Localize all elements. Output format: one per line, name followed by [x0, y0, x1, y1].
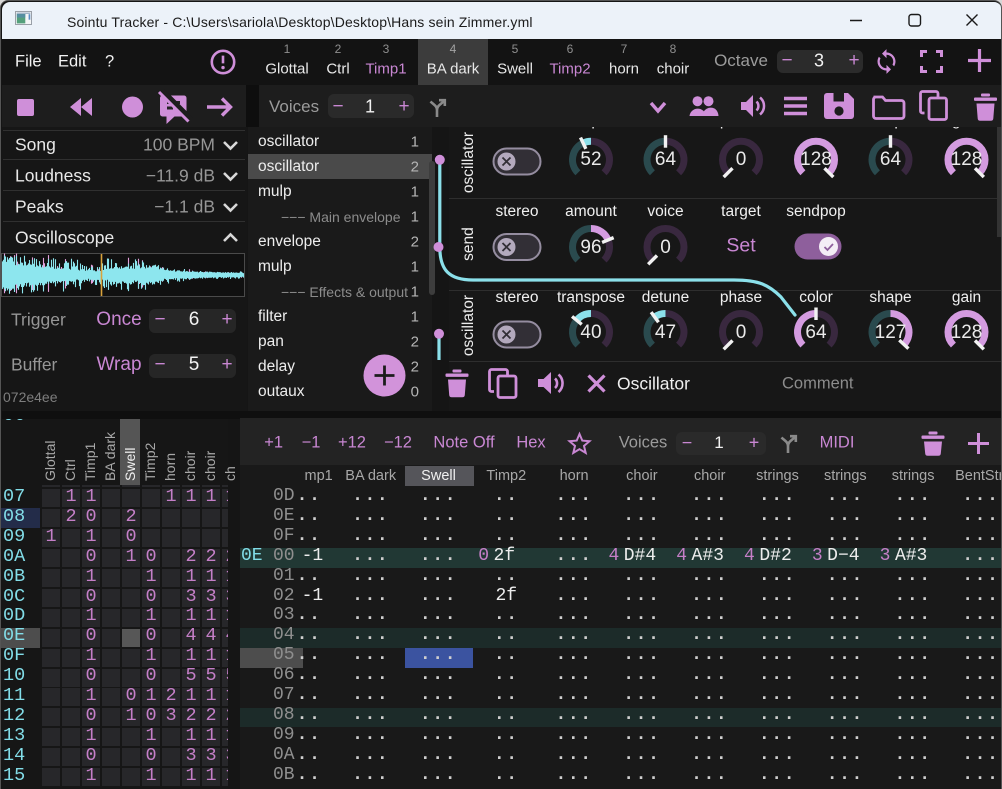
svg-text:Ctrl: Ctrl — [62, 459, 78, 481]
svg-text:choir: choir — [182, 450, 198, 481]
svg-text:choir: choir — [202, 450, 218, 481]
svg-text:BA dark: BA dark — [102, 431, 118, 481]
svg-text:Timp2: Timp2 — [142, 442, 158, 481]
svg-text:Swell: Swell — [122, 448, 138, 481]
svg-text:horn: horn — [162, 453, 178, 481]
svg-text:Timp1: Timp1 — [82, 442, 98, 481]
svg-text:ch: ch — [222, 466, 238, 481]
svg-text:Glottal: Glottal — [42, 441, 58, 481]
